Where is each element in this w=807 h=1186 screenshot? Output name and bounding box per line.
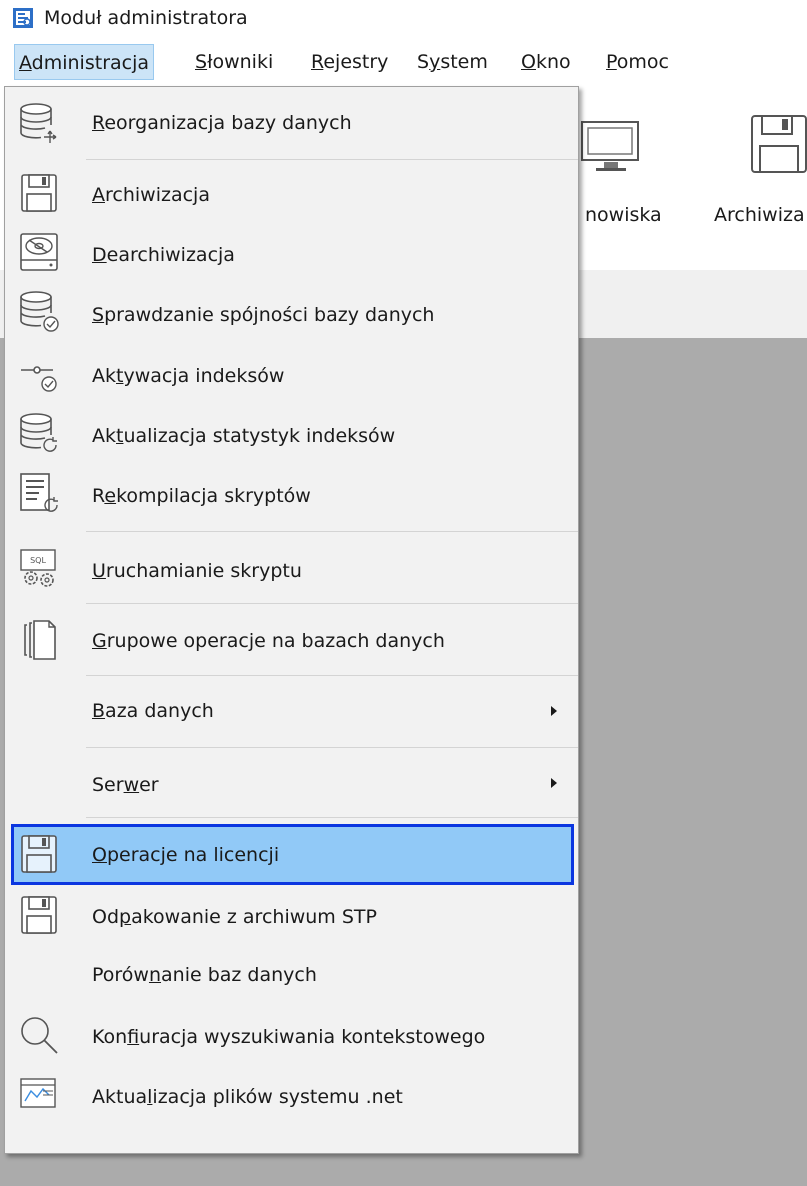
database-check-icon — [20, 291, 59, 332]
menu-item-aktualizacja-statystyk[interactable]: Aktualizacja statystyk indeksów — [11, 405, 574, 463]
menu-item-baza-danych[interactable]: Baza danych — [11, 681, 574, 741]
menu-bar: Administracja Słowniki Rejestry System O… — [0, 38, 807, 86]
magnifier-icon — [21, 1017, 58, 1054]
menu-item-label: Reorganizacja bazy danych — [92, 112, 352, 134]
menu-item-label: Aktywacja indeksów — [92, 365, 285, 387]
menu-item-aktualizacja-plikow[interactable]: Aktualizacja plików systemu .net — [11, 1067, 574, 1127]
menu-okno[interactable]: Okno — [517, 44, 575, 80]
menu-item-label: Archiwizacja — [92, 184, 210, 206]
menu-separator — [86, 531, 578, 532]
menu-item-label: Rekompilacja skryptów — [92, 485, 311, 507]
menu-administracja[interactable]: Administracja — [14, 44, 155, 80]
menu-item-archiwizacja[interactable]: Archiwizacja — [11, 167, 574, 223]
menu-item-label: Porównanie baz danych — [92, 964, 317, 986]
menu-slowniki[interactable]: Słowniki — [191, 44, 277, 80]
sql-gears-icon: SQL — [20, 549, 56, 587]
menu-item-reorganizacja[interactable]: Reorganizacja bazy danych — [11, 93, 574, 153]
menu-item-uruchamianie-skryptu[interactable]: SQL Uruchamianie skryptu — [11, 539, 574, 599]
svg-text:SQL: SQL — [30, 556, 46, 565]
submenu-arrow-icon — [551, 778, 557, 788]
menu-separator — [86, 159, 578, 160]
database-refresh-icon — [20, 413, 57, 452]
menu-item-dearchiwizacja[interactable]: Dearchiwizacja — [11, 225, 574, 283]
menu-separator — [86, 603, 578, 604]
menu-separator — [86, 747, 578, 748]
menu-system[interactable]: System — [413, 44, 492, 80]
menu-item-label: Konfiuracja wyszukiwania kontekstowego — [92, 1026, 486, 1048]
menu-item-label: Odpakowanie z archiwum STP — [92, 906, 377, 928]
menu-separator — [86, 675, 578, 676]
menu-item-label: Aktualizacja statystyk indeksów — [92, 425, 396, 447]
menu-item-label: Serwer — [92, 774, 159, 796]
menu-item-porownanie-baz[interactable]: Porównanie baz danych — [11, 947, 574, 1005]
archive-floppy-icon[interactable] — [748, 106, 807, 176]
menu-item-label: Aktualizacja plików systemu .net — [92, 1086, 403, 1108]
menu-item-rekompilacja-skryptow[interactable]: Rekompilacja skryptów — [11, 465, 574, 523]
administracja-dropdown: Reorganizacja bazy danych Archiwizacja D… — [4, 86, 579, 1154]
title-bar: Moduł administratora — [0, 0, 807, 38]
workstation-icon[interactable] — [578, 106, 648, 176]
index-activate-icon — [21, 366, 57, 392]
menu-item-operacje-na-licencji[interactable]: Operacje na licencji — [11, 824, 574, 885]
app-icon — [13, 8, 33, 28]
menu-separator — [86, 817, 578, 818]
system-update-icon — [20, 1078, 56, 1108]
menu-item-sprawdzanie-spojnosci[interactable]: Sprawdzanie spójności bazy danych — [11, 283, 574, 343]
menu-item-label: Baza danych — [92, 700, 214, 722]
menu-pomoc[interactable]: Pomoc — [602, 44, 673, 80]
floppy-disk-icon — [21, 835, 57, 873]
menu-item-label: Uruchamianie skryptu — [92, 560, 302, 582]
floppy-disk-icon — [21, 174, 57, 212]
window-title: Moduł administratora — [44, 7, 248, 29]
menu-item-serwer[interactable]: Serwer — [11, 753, 574, 813]
menu-item-aktywacja-indeksow[interactable]: Aktywacja indeksów — [11, 345, 574, 403]
menu-item-odpakowanie[interactable]: Odpakowanie z archiwum STP — [11, 887, 574, 947]
disk-drive-icon — [20, 233, 58, 271]
submenu-arrow-icon — [551, 706, 557, 716]
toolbar-label-stanowiska[interactable]: nowiska — [585, 204, 662, 226]
script-recompile-icon — [20, 473, 58, 512]
menu-item-label: Grupowe operacje na bazach danych — [92, 630, 445, 652]
menu-item-grupowe-operacje[interactable]: Grupowe operacje na bazach danych — [11, 609, 574, 671]
menu-item-label: Operacje na licencji — [92, 844, 280, 866]
menu-item-konfiguracja-wyszukiwania[interactable]: Konfiuracja wyszukiwania kontekstowego — [11, 1005, 574, 1065]
menu-rejestry[interactable]: Rejestry — [307, 44, 392, 80]
toolbar-label-archiwizacja[interactable]: Archiwiza — [714, 204, 805, 226]
floppy-disk-icon — [21, 896, 57, 934]
database-reorganize-icon — [20, 103, 57, 143]
menu-item-label: Sprawdzanie spójności bazy danych — [92, 304, 435, 326]
documents-stack-icon — [24, 620, 56, 660]
menu-item-label: Dearchiwizacja — [92, 244, 235, 266]
